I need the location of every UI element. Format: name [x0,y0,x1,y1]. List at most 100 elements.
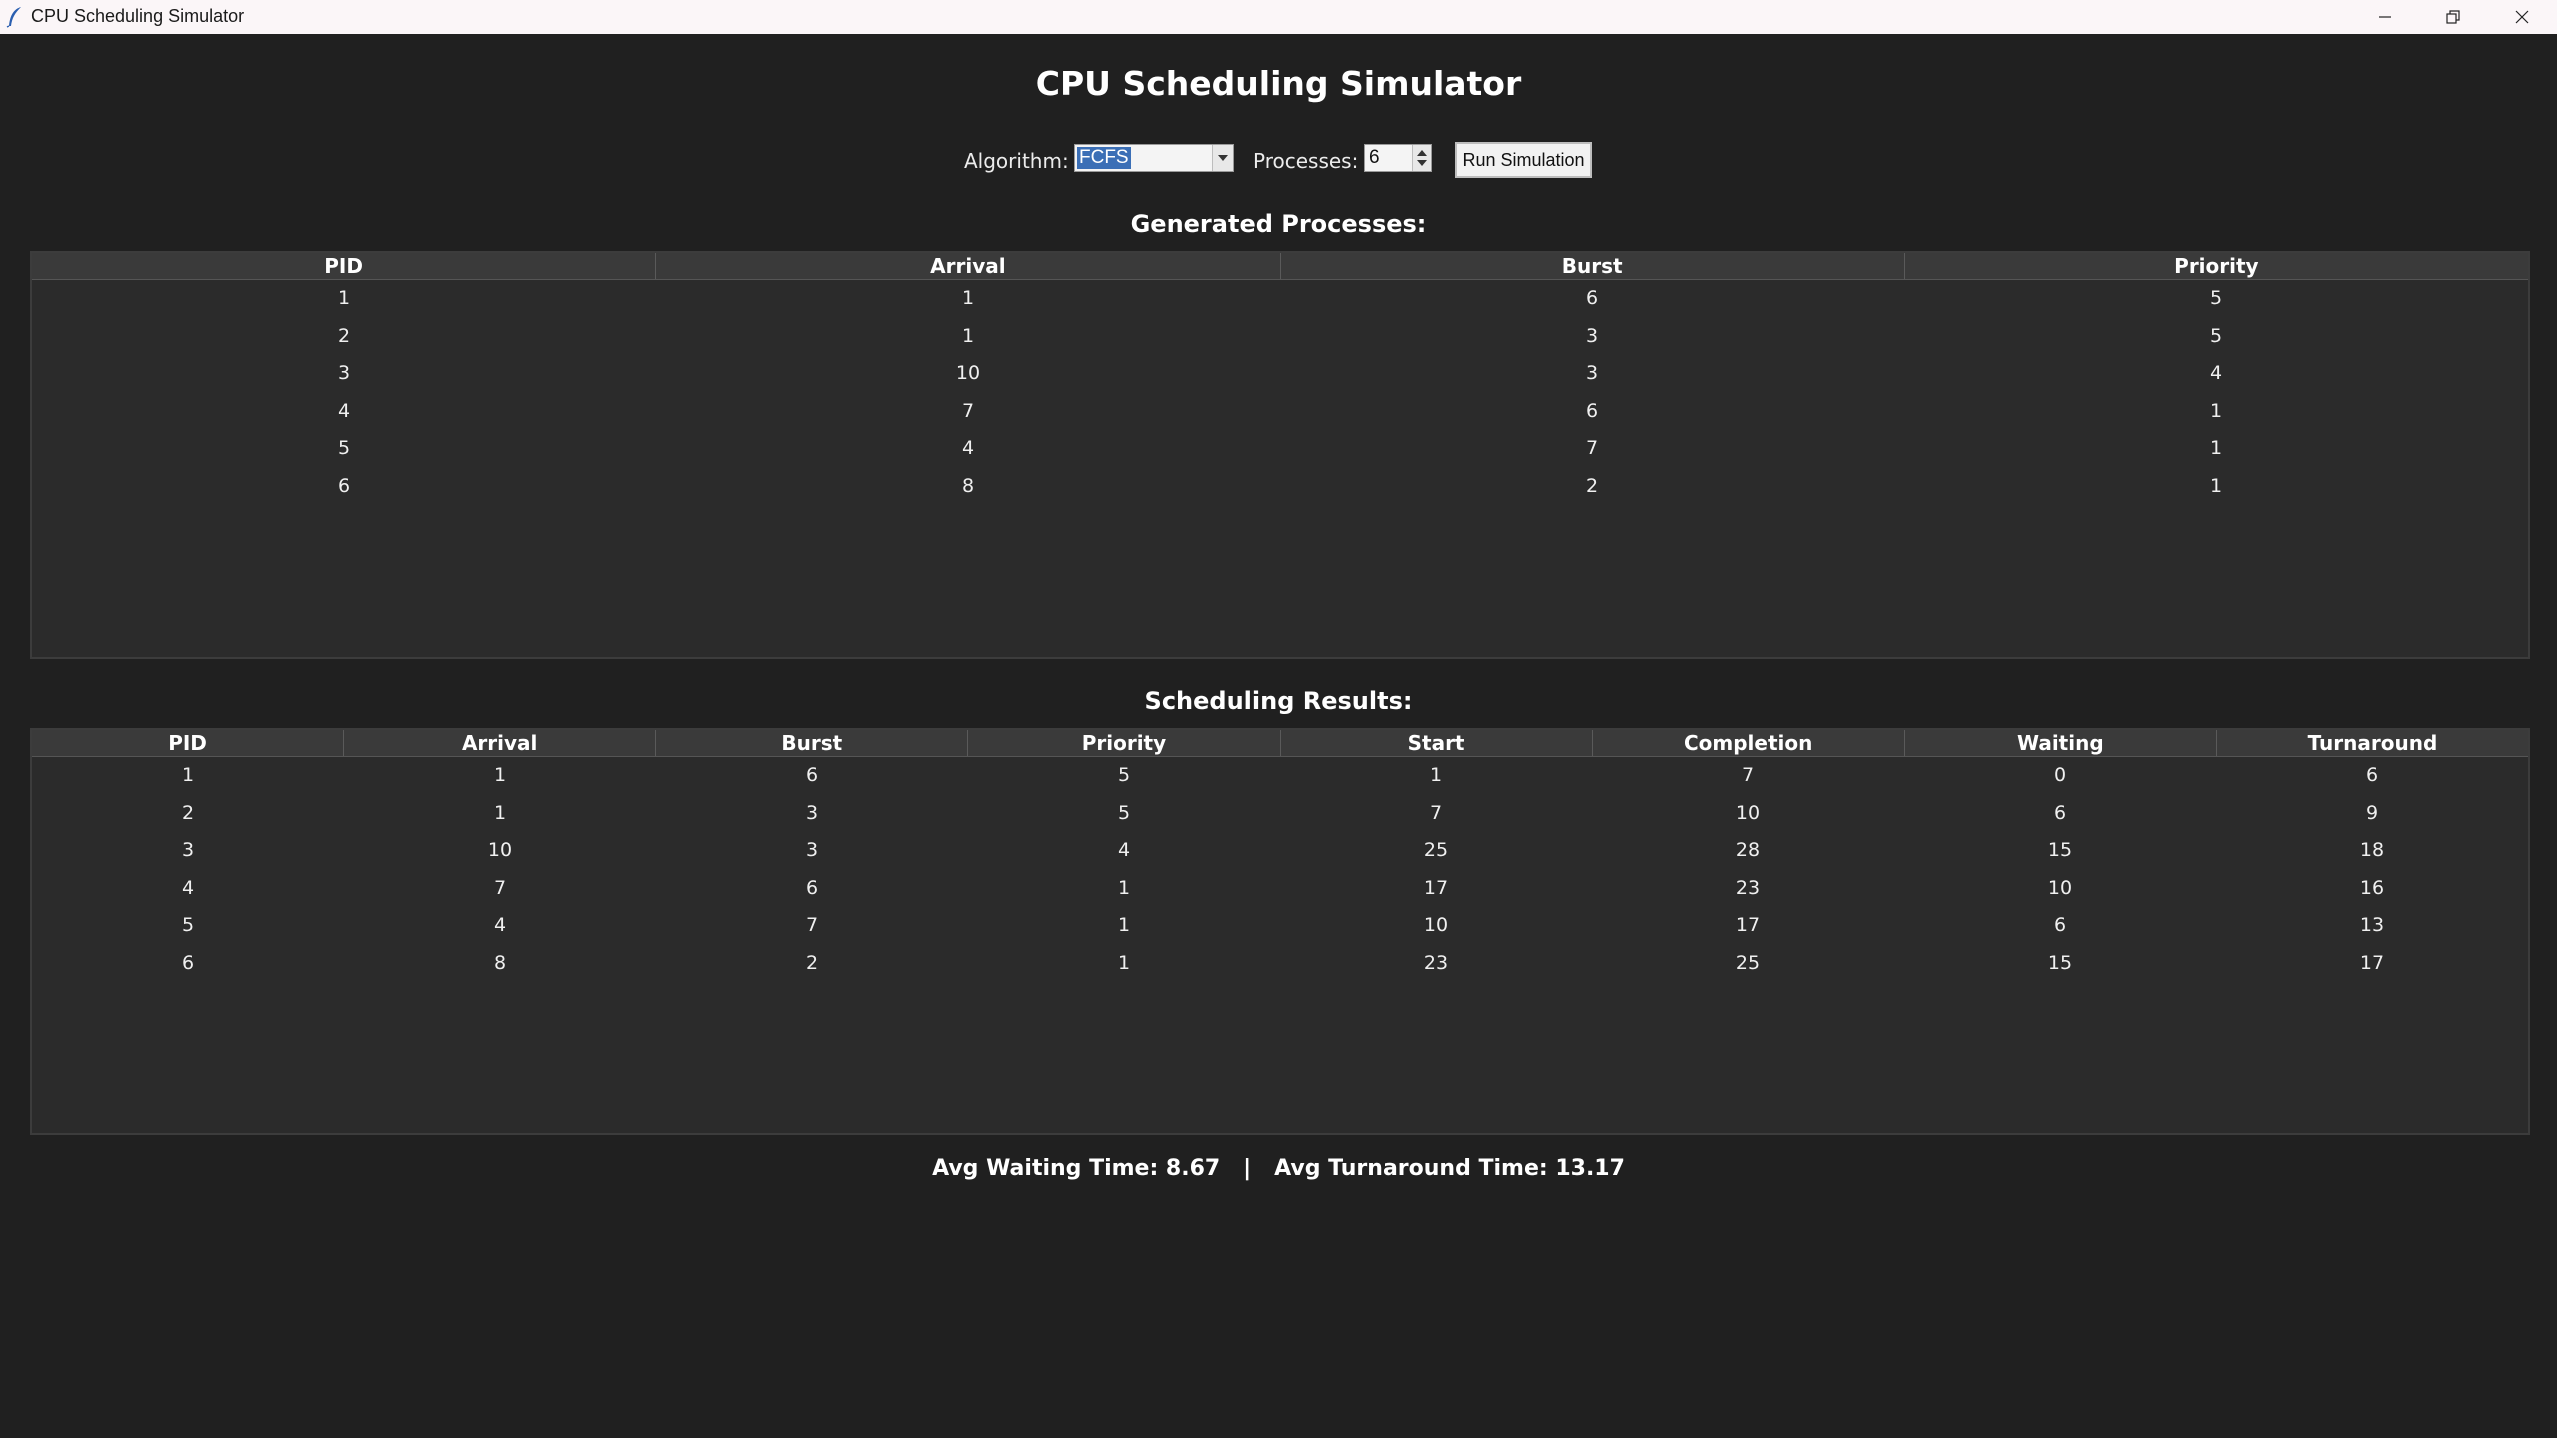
algorithm-value: FCFS [1077,147,1131,169]
table-cell: 1 [2209,399,2223,422]
column-header[interactable]: Burst [1281,253,1905,279]
table-cell: 3 [805,801,819,824]
table-row[interactable]: 1 1 6 5 [32,280,2528,318]
minimize-button[interactable] [2350,0,2420,34]
table-cell: 5 [2209,324,2223,347]
algorithm-select[interactable]: FCFS [1074,144,1234,172]
page-title: CPU Scheduling Simulator [1035,64,1522,103]
table-row[interactable]: 4 7 6 1 17 23 10 16 [32,870,2528,908]
table-cell: 6 [2053,914,2067,936]
table-cell: 15 [2047,839,2073,861]
table-cell: 17 [1735,914,1761,936]
column-header[interactable]: Burst [656,730,969,756]
table-cell: 4 [493,914,507,936]
spin-arrows[interactable] [1412,145,1431,171]
column-header[interactable]: PID [32,253,657,279]
spin-up-icon[interactable] [1417,150,1427,156]
table-row[interactable]: 4 7 6 1 [32,393,2528,431]
maximize-button[interactable] [2418,0,2488,34]
column-header[interactable]: Arrival [344,730,657,756]
column-header[interactable]: Arrival [656,253,1281,279]
minimize-icon [2379,16,2391,18]
scheduling-results-title: Scheduling Results: [1144,687,1413,715]
column-header[interactable]: PID [32,730,345,756]
table-cell: 6 [2053,801,2067,824]
feather-icon [6,6,24,28]
averages-summary: Avg Waiting Time: 8.67 | Avg Turnaround … [932,1156,1625,1181]
generated-processes-table[interactable]: PID Arrival Burst Priority 1 1 6 5 2 1 3… [30,251,2530,659]
table-cell: 0 [2053,764,2067,786]
table-row[interactable]: 1 1 6 5 1 7 0 6 [32,757,2528,795]
table-cell: 4 [337,399,351,422]
table-cell: 7 [961,399,975,422]
controls-bar: Algorithm: FCFS Processes: 6 Run Simulat… [0,142,2557,180]
table-cell: 10 [487,839,513,861]
column-header[interactable]: Waiting [1905,730,2217,756]
table-header: PID Arrival Burst Priority [32,253,2528,280]
table-row[interactable]: 3 10 3 4 [32,355,2528,393]
table-cell: 3 [1585,362,1599,384]
processes-value: 6 [1369,147,1380,168]
table-cell: 8 [493,951,507,974]
generated-processes-title: Generated Processes: [1130,210,1427,238]
table-cell: 15 [2047,951,2073,974]
table-cell: 1 [2209,474,2223,497]
table-cell: 10 [955,362,981,384]
processes-spinbox[interactable]: 6 [1364,144,1432,172]
table-cell: 5 [181,914,195,936]
table-cell: 2 [1585,474,1599,497]
table-cell: 7 [1741,764,1755,786]
table-cell: 2 [181,801,195,824]
table-cell: 4 [181,876,195,899]
table-cell: 16 [2359,876,2385,899]
table-cell: 1 [961,324,975,347]
table-cell: 6 [181,951,195,974]
table-cell: 1 [181,764,195,786]
table-cell: 6 [1585,287,1599,309]
table-cell: 5 [2209,287,2223,309]
close-button[interactable] [2487,0,2557,34]
spin-down-icon[interactable] [1417,160,1427,166]
table-cell: 1 [2209,437,2223,459]
scheduling-results-table[interactable]: PID Arrival Burst Priority Start Complet… [30,728,2530,1135]
column-header[interactable]: Priority [968,730,1281,756]
table-cell: 25 [1735,951,1761,974]
table-cell: 7 [805,914,819,936]
window-title: CPU Scheduling Simulator [31,6,245,26]
processes-label: Processes: [1253,149,1359,173]
table-cell: 1 [1117,914,1131,936]
column-header[interactable]: Completion [1593,730,1905,756]
table-cell: 1 [1117,951,1131,974]
run-simulation-button[interactable]: Run Simulation [1455,142,1592,178]
table-cell: 10 [2047,876,2073,899]
table-row[interactable]: 6 8 2 1 [32,468,2528,506]
table-row[interactable]: 6 8 2 1 23 25 15 17 [32,945,2528,983]
table-row[interactable]: 5 4 7 1 10 17 6 13 [32,907,2528,945]
table-cell: 18 [2359,839,2385,861]
table-cell: 1 [1429,764,1443,786]
table-cell: 5 [1117,801,1131,824]
column-header[interactable]: Turnaround [2217,730,2528,756]
table-cell: 2 [805,951,819,974]
table-cell: 5 [337,437,351,459]
table-cell: 13 [2359,914,2385,936]
table-cell: 3 [337,362,351,384]
table-row[interactable]: 2 1 3 5 [32,318,2528,356]
table-cell: 10 [1423,914,1449,936]
table-body: 1 1 6 5 2 1 3 5 3 10 3 4 4 7 6 1 5 4 7 1 [32,280,2528,505]
table-body: 1 1 6 5 1 7 0 6 2 1 3 5 7 10 6 9 3 10 3 … [32,757,2528,982]
table-cell: 5 [1117,764,1131,786]
table-row[interactable]: 3 10 3 4 25 28 15 18 [32,832,2528,870]
column-header[interactable]: Start [1281,730,1593,756]
table-row[interactable]: 2 1 3 5 7 10 6 9 [32,795,2528,833]
chevron-down-icon[interactable] [1212,145,1233,171]
table-row[interactable]: 5 4 7 1 [32,430,2528,468]
table-cell: 1 [961,287,975,309]
table-cell: 17 [2359,951,2385,974]
table-cell: 17 [1423,876,1449,899]
column-header[interactable]: Priority [1905,253,2528,279]
table-cell: 1 [493,764,507,786]
table-cell: 6 [805,876,819,899]
table-cell: 9 [2365,801,2379,824]
table-cell: 25 [1423,839,1449,861]
